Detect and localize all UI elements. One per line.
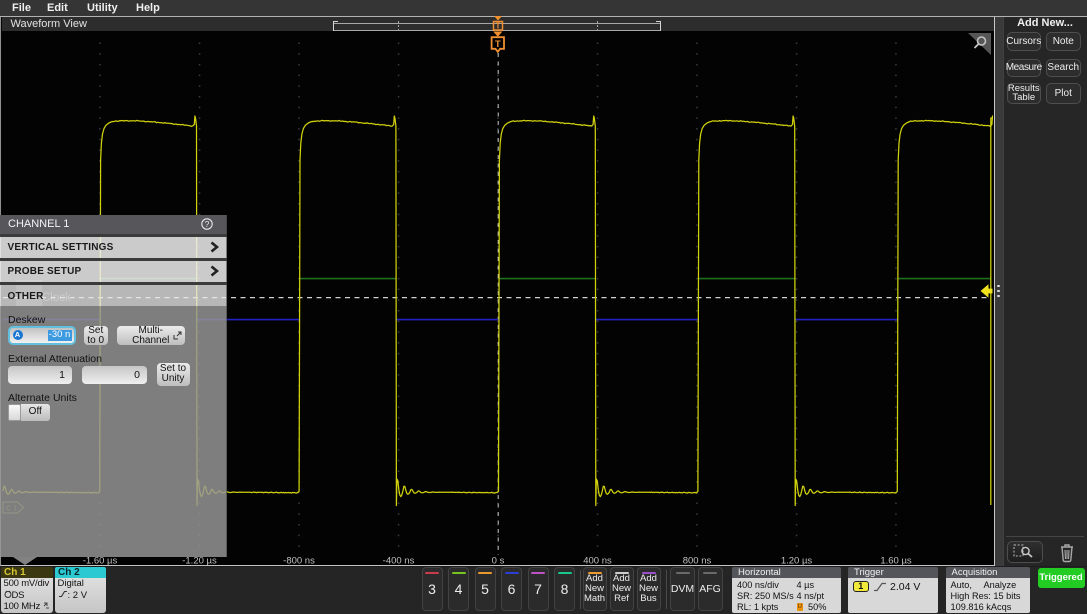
svg-text:400 ns: 400 ns	[583, 556, 612, 566]
svg-text:1.60 µs: 1.60 µs	[880, 556, 912, 566]
svg-text:0 s: 0 s	[492, 556, 505, 566]
svg-text:?: ?	[205, 219, 210, 229]
svg-text:-800 ns: -800 ns	[283, 556, 315, 566]
svg-text:1.20 µs: 1.20 µs	[781, 556, 813, 566]
svg-text:-400 ns: -400 ns	[383, 556, 415, 566]
svg-text:800 ns: 800 ns	[683, 556, 712, 566]
svg-text:T: T	[495, 39, 501, 50]
svg-text:T: T	[496, 21, 501, 30]
